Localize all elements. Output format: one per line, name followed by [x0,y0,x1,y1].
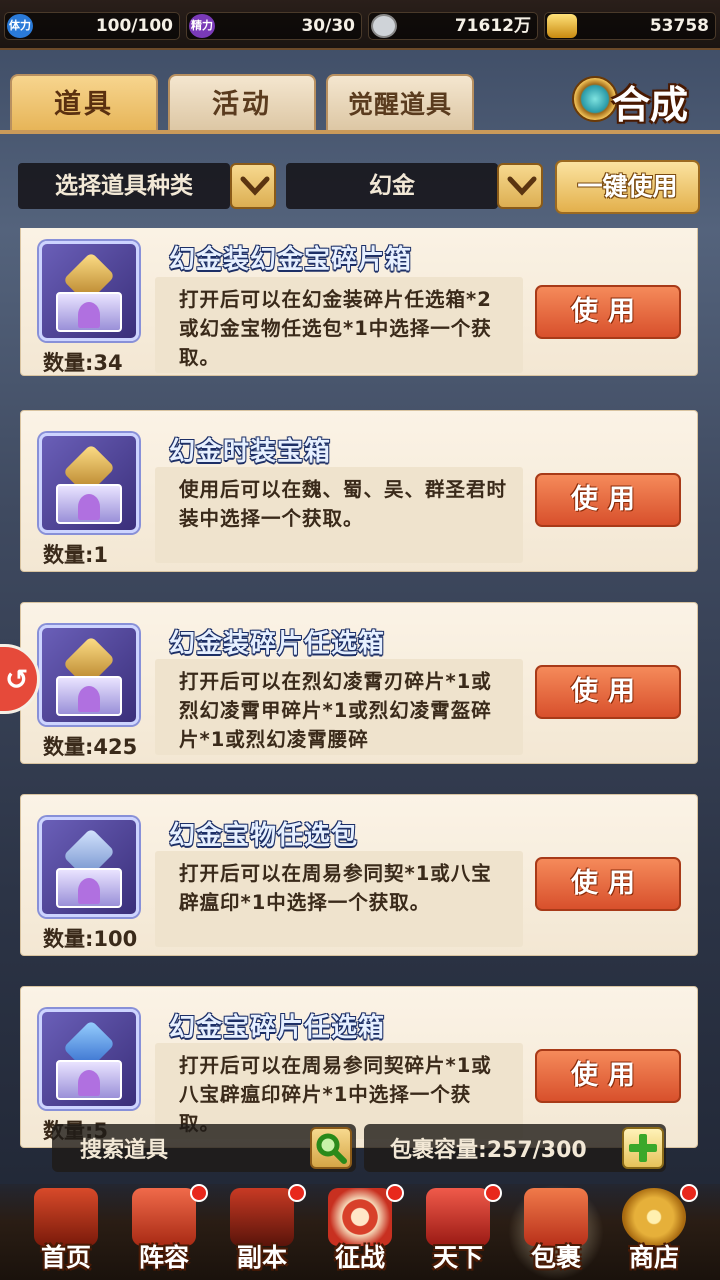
list-item: 数量:1 幻金时装宝箱 使用后可以在魏、蜀、吴、群圣君时装中选择一个获取。 使用 [20,410,698,572]
item-list[interactable]: 数量:34 幻金装幻金宝碎片箱 打开后可以在幻金装碎片任选箱*2或幻金宝物任选包… [20,228,700,1172]
nav-dungeon[interactable]: 副本 [214,1184,310,1280]
item-title: 幻金时装宝箱 [169,437,332,467]
nav-bag[interactable]: 包裹 [508,1184,604,1280]
item-icon-chest[interactable] [39,241,139,341]
tab-activity[interactable]: 活动 [168,74,316,132]
synthesize-label: 合成 [612,83,689,127]
nav-lineup[interactable]: 阵容 [116,1184,212,1280]
notification-badge [288,1184,306,1202]
coin-icon [371,14,397,38]
chevron-down-icon[interactable] [497,163,543,209]
nav-label: 阵容 [138,1243,189,1272]
tab-items[interactable]: 道具 [10,74,158,132]
gold-display[interactable]: 53758 [544,12,716,40]
stamina-display[interactable]: 体力 100/100 [4,12,180,40]
stamina-value: 100/100 [95,16,173,36]
nav-label: 征战 [334,1243,385,1272]
item-count: 数量:34 [43,351,123,375]
use-button[interactable]: 使用 [535,285,681,339]
item-icon-chest[interactable] [39,817,139,917]
expand-capacity-button[interactable] [622,1127,664,1169]
item-description: 使用后可以在魏、蜀、吴、群圣君时装中选择一个获取。 [155,467,523,563]
bottom-nav: 首页 阵容 副本 征战 天下 包裹 商店 [0,1184,720,1280]
item-icon-chest[interactable] [39,433,139,533]
item-icon-chest[interactable] [39,625,139,725]
nav-label: 首页 [40,1243,91,1272]
item-title: 幻金装幻金宝碎片箱 [169,245,413,275]
notification-badge [190,1184,208,1202]
gold-value: 53758 [649,16,709,36]
search-bar[interactable]: 搜索道具 [52,1124,356,1172]
search-icon [316,1133,347,1164]
chevron-down-icon[interactable] [230,163,276,209]
use-all-button[interactable]: 一键使用 [555,160,700,214]
coins-display[interactable]: 71612万 [368,12,538,40]
item-description: 打开后可以在烈幻凌霄刃碎片*1或烈幻凌霄甲碎片*1或烈幻凌霄盔碎片*1或烈幻凌霄… [155,659,523,755]
item-description: 打开后可以在幻金装碎片任选箱*2或幻金宝物任选包*1中选择一个获取。 [155,277,523,373]
use-button[interactable]: 使用 [535,1049,681,1103]
notification-badge [484,1184,502,1202]
list-item: 数量:100 幻金宝物任选包 打开后可以在周易参同契*1或八宝辟瘟印*1中选择一… [20,794,698,956]
use-button[interactable]: 使用 [535,665,681,719]
list-item: 数量:34 幻金装幻金宝碎片箱 打开后可以在幻金装碎片任选箱*2或幻金宝物任选包… [20,228,698,376]
stamina-icon: 体力 [7,14,33,38]
nav-world[interactable]: 天下 [410,1184,506,1280]
tab-awaken-items[interactable]: 觉醒道具 [326,74,474,132]
nav-label: 商店 [628,1243,679,1272]
synthesize-button[interactable]: 合成 [572,70,712,130]
item-title: 幻金宝物任选包 [169,821,359,851]
nav-label: 天下 [432,1243,483,1272]
use-button[interactable]: 使用 [535,857,681,911]
notification-badge [386,1184,404,1202]
energy-display[interactable]: 精力 30/30 [186,12,362,40]
capacity-label: 包裹容量:257/300 [390,1138,587,1163]
energy-icon: 精力 [189,14,215,38]
nav-label: 副本 [236,1243,287,1272]
nav-label: 包裹 [530,1243,581,1272]
plus-icon [629,1134,657,1162]
category-select[interactable]: 选择道具种类 [18,163,230,209]
item-icon-chest[interactable] [39,1009,139,1109]
item-description: 打开后可以在周易参同契*1或八宝辟瘟印*1中选择一个获取。 [155,851,523,947]
use-button[interactable]: 使用 [535,473,681,527]
item-count: 数量:1 [43,543,109,567]
item-title: 幻金宝碎片任选箱 [169,1013,386,1043]
list-item: 数量:425 幻金装碎片任选箱 打开后可以在烈幻凌霄刃碎片*1或烈幻凌霄甲碎片*… [20,602,698,764]
item-title: 幻金装碎片任选箱 [169,629,386,659]
notification-badge [680,1184,698,1202]
item-count: 数量:100 [43,927,138,951]
tab-underline [0,130,720,134]
coins-value: 71612万 [454,16,531,36]
energy-value: 30/30 [301,16,355,36]
nav-campaign[interactable]: 征战 [312,1184,408,1280]
search-input[interactable]: 搜索道具 [80,1132,168,1164]
nav-home[interactable]: 首页 [18,1184,114,1280]
resource-bar: 体力 100/100 精力 30/30 71612万 53758 [0,0,720,50]
item-count: 数量:425 [43,735,138,759]
nav-shop[interactable]: 商店 [606,1184,702,1280]
type-select[interactable]: 幻金 [286,163,498,209]
bag-capacity: 包裹容量:257/300 [364,1124,666,1172]
gold-ingot-icon [547,14,577,38]
search-button[interactable] [310,1127,352,1169]
